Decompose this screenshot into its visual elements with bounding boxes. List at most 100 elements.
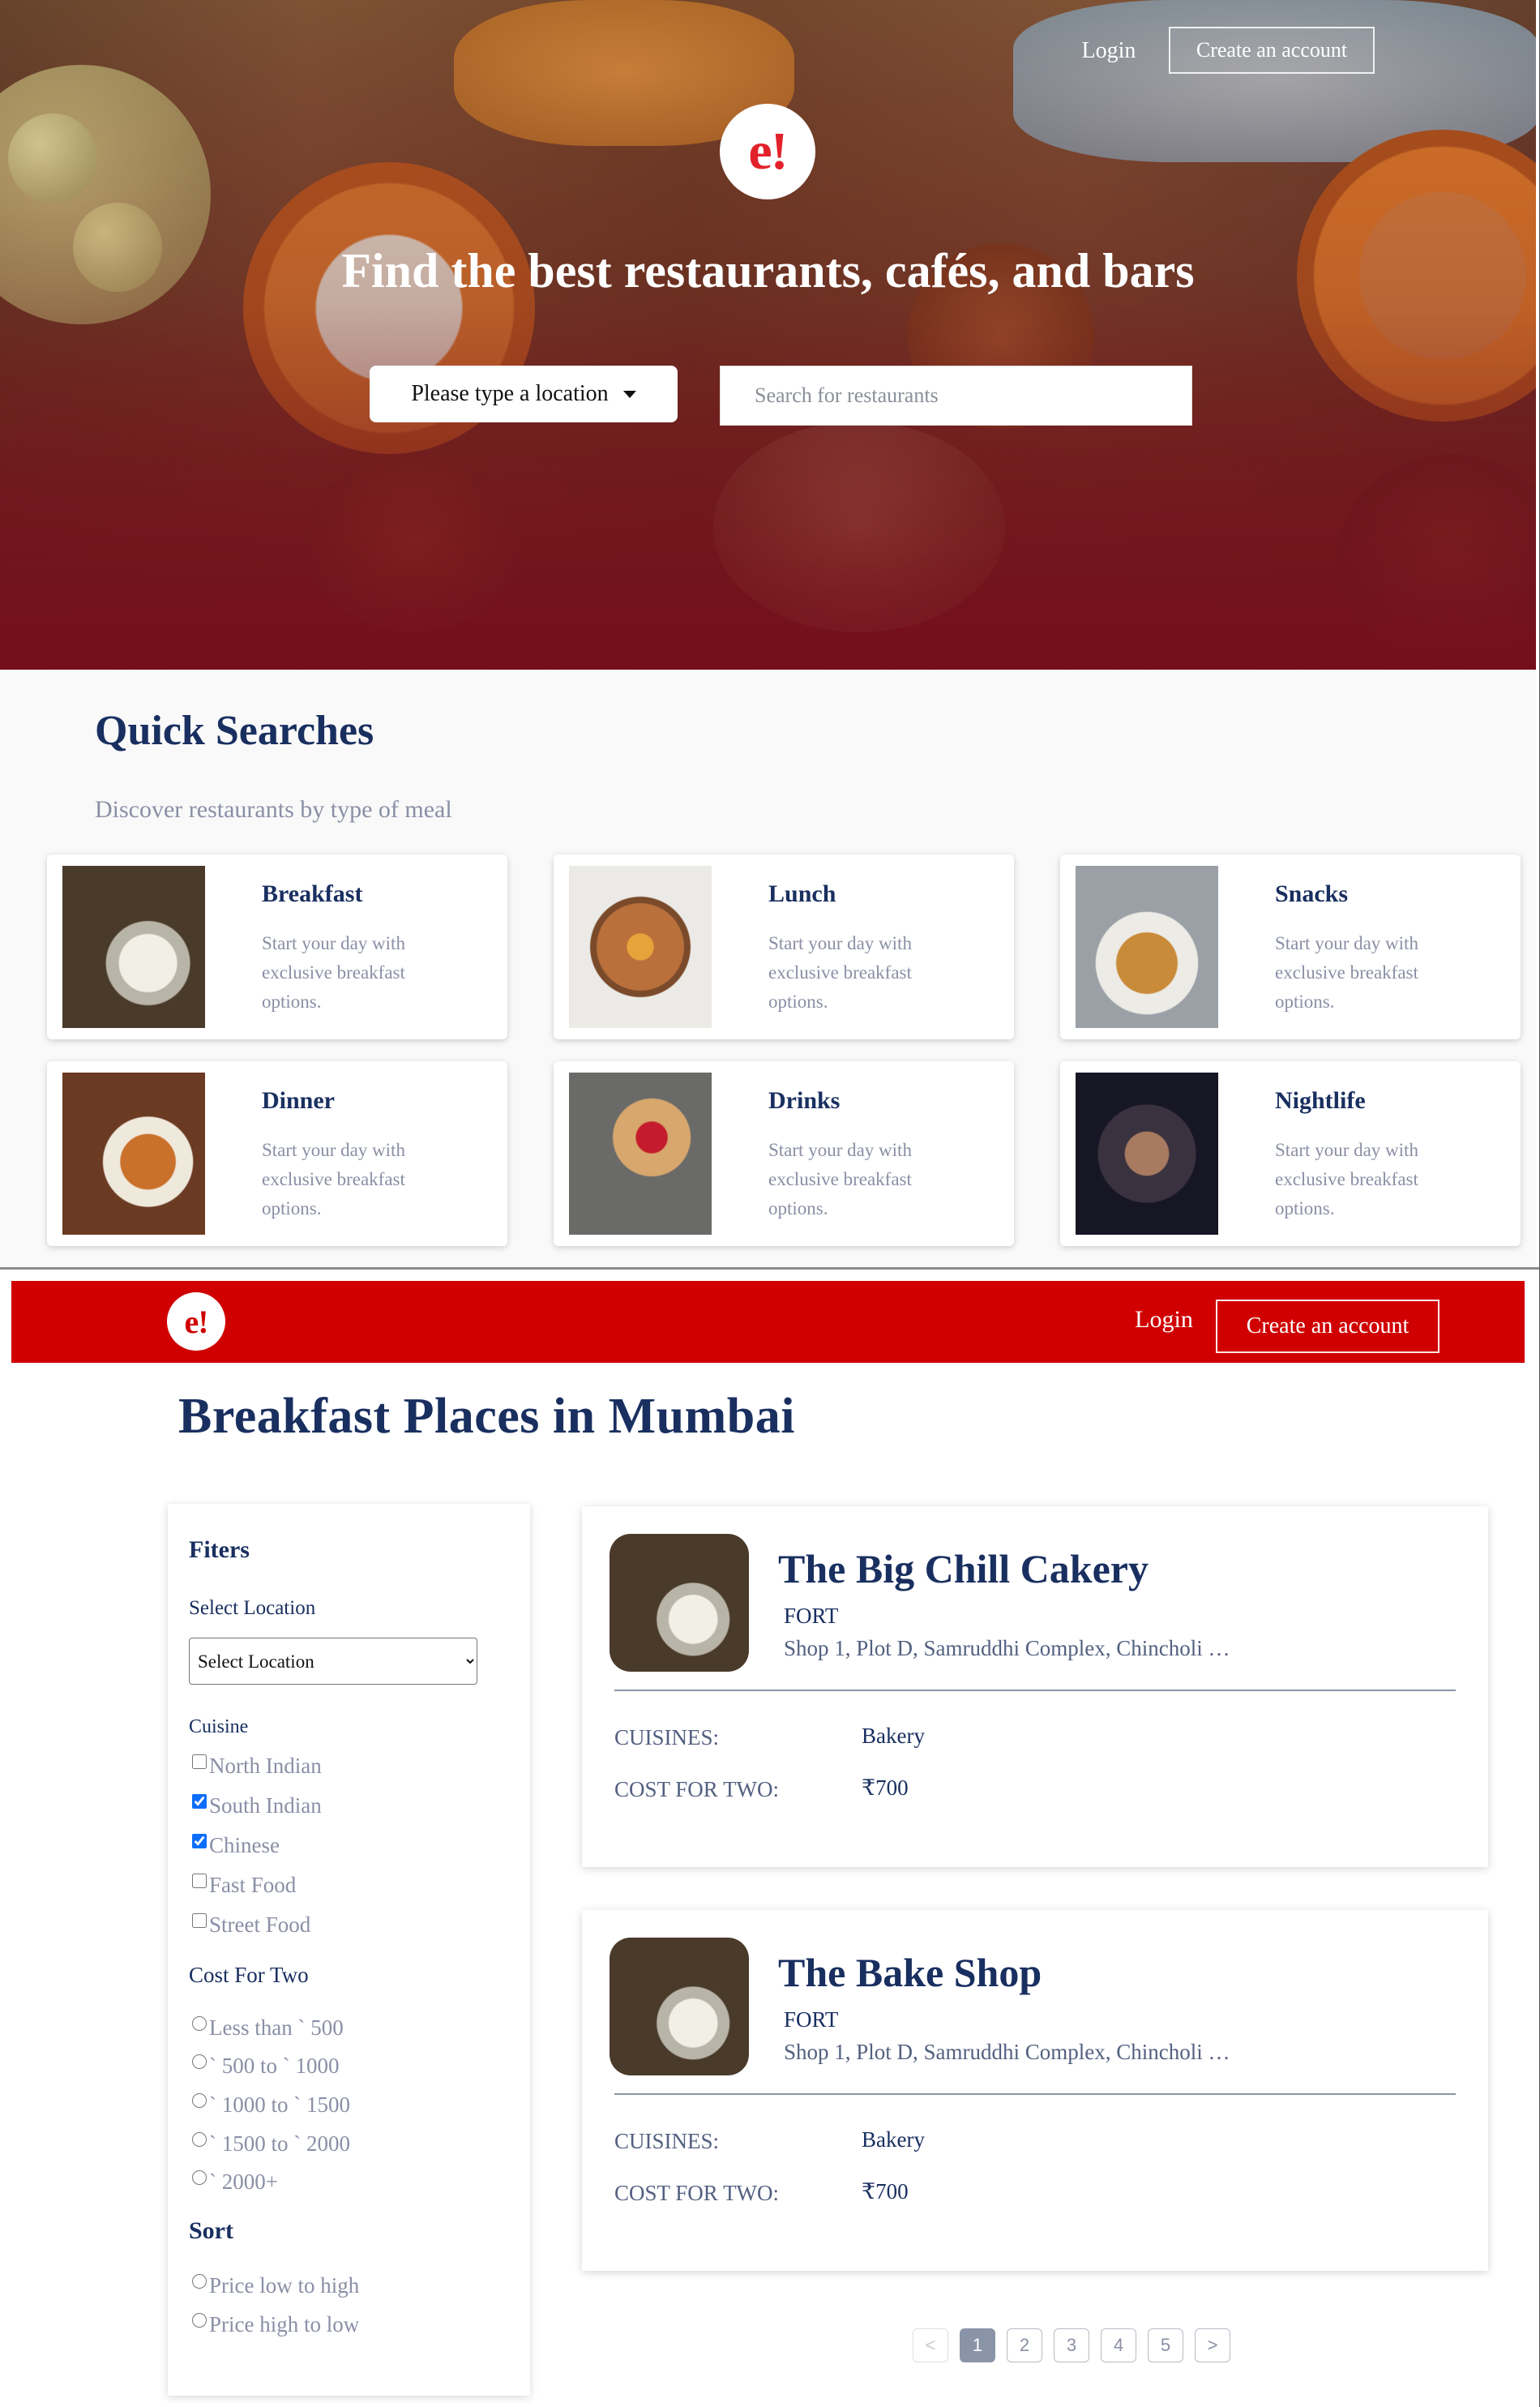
location-dropdown-button[interactable]: Please type a location xyxy=(370,366,678,422)
nightlife-image xyxy=(1076,1073,1218,1235)
cost-option[interactable]: ` 1000 to ` 1500 xyxy=(192,2092,350,2118)
sort-option[interactable]: Price high to low xyxy=(192,2312,359,2337)
cuisine-option-north-indian[interactable]: North Indian xyxy=(192,1754,322,1779)
location-dropdown-label: Please type a location xyxy=(411,381,609,406)
sort-heading: Sort xyxy=(189,2217,233,2244)
sort-radio[interactable] xyxy=(192,2273,207,2289)
cost-option[interactable]: ` 2000+ xyxy=(192,2169,278,2195)
breakfast-image xyxy=(62,866,205,1028)
filters-heading: Fiters xyxy=(189,1536,250,1563)
restaurant-search-input[interactable] xyxy=(720,366,1192,426)
cost-option-label: ` 500 to ` 1000 xyxy=(209,2054,340,2078)
card-divider xyxy=(614,1690,1456,1691)
meal-card-breakfast[interactable]: Breakfast Start your day with exclusive … xyxy=(47,854,507,1039)
sort-option[interactable]: Price low to high xyxy=(192,2273,359,2298)
meal-card-dinner[interactable]: Dinner Start your day with exclusive bre… xyxy=(47,1061,507,1246)
meal-card-title: Lunch xyxy=(768,880,836,907)
cost-label: COST FOR TWO: xyxy=(614,1777,780,1801)
page-button[interactable]: 3 xyxy=(1054,2328,1089,2362)
restaurant-card[interactable]: The Big Chill Cakery FORT Shop 1, Plot D… xyxy=(582,1506,1488,1867)
pagination: < 1 2 3 4 5 > xyxy=(913,2328,1230,2362)
top-navbar: e! Login Create an account xyxy=(11,1281,1525,1363)
quick-searches-title: Quick Searches xyxy=(95,708,374,754)
meal-card-title: Drinks xyxy=(768,1087,841,1114)
cuisine-checkbox[interactable] xyxy=(192,1793,207,1809)
cost-option[interactable]: Less than ` 500 xyxy=(192,2015,344,2041)
quick-searches-subtitle: Discover restaurants by type of meal xyxy=(95,796,452,823)
cuisine-checkbox[interactable] xyxy=(192,1754,207,1769)
cost-option-label: Less than ` 500 xyxy=(209,2015,344,2040)
cuisines-label: CUISINES: xyxy=(614,2129,720,2153)
cuisine-checkbox[interactable] xyxy=(192,1873,207,1888)
cost-filter-label: Cost For Two xyxy=(189,1963,309,1987)
restaurant-area: FORT xyxy=(784,1604,839,1628)
location-select[interactable]: Select Location xyxy=(189,1638,477,1685)
page-button[interactable]: 2 xyxy=(1007,2328,1042,2362)
cost-option[interactable]: ` 1500 to ` 2000 xyxy=(192,2131,350,2156)
logo: e! xyxy=(720,104,815,199)
meal-card-drinks[interactable]: Drinks Start your day with exclusive bre… xyxy=(554,1061,1014,1246)
cost-value: ₹700 xyxy=(862,2179,909,2204)
restaurant-name[interactable]: The Bake Shop xyxy=(778,1949,1042,1996)
meal-card-description: Start your day with exclusive breakfast … xyxy=(262,933,405,1012)
cost-value: ₹700 xyxy=(862,1775,909,1800)
lunch-image xyxy=(569,866,712,1028)
cuisines-value: Bakery xyxy=(862,1724,925,1748)
caret-down-icon xyxy=(622,390,636,398)
cuisine-option-label: Street Food xyxy=(209,1912,311,1937)
cuisines-label: CUISINES: xyxy=(614,1725,720,1750)
cost-radio[interactable] xyxy=(192,2169,207,2185)
cuisine-checkbox[interactable] xyxy=(192,1912,207,1928)
hero-overlay xyxy=(0,0,1536,670)
page-button[interactable]: 5 xyxy=(1148,2328,1183,2362)
create-account-button[interactable]: Create an account xyxy=(1216,1300,1439,1353)
meal-card-description: Start your day with exclusive breakfast … xyxy=(768,933,912,1012)
card-divider xyxy=(614,2093,1456,2095)
location-filter-label: Select Location xyxy=(189,1597,316,1619)
restaurant-name[interactable]: The Big Chill Cakery xyxy=(778,1545,1149,1592)
logo[interactable]: e! xyxy=(167,1292,225,1351)
meal-card-description: Start your day with exclusive breakfast … xyxy=(1275,1140,1418,1218)
page-title: Breakfast Places in Mumbai xyxy=(178,1389,795,1444)
cuisine-option-south-indian[interactable]: South Indian xyxy=(192,1793,322,1818)
cuisine-option-fast-food[interactable]: Fast Food xyxy=(192,1873,296,1898)
login-button[interactable]: Login xyxy=(1070,36,1148,66)
next-page-button[interactable]: > xyxy=(1195,2328,1230,2362)
cost-radio[interactable] xyxy=(192,2131,207,2147)
screen-divider xyxy=(0,1267,1540,1270)
cost-radio[interactable] xyxy=(192,2054,207,2069)
meal-card-description: Start your day with exclusive breakfast … xyxy=(1275,933,1418,1012)
cuisine-option-label: South Indian xyxy=(209,1793,322,1818)
cost-radio[interactable] xyxy=(192,2092,207,2108)
page-button[interactable]: 4 xyxy=(1101,2328,1136,2362)
cuisine-checkbox[interactable] xyxy=(192,1833,207,1848)
prev-page-button[interactable]: < xyxy=(913,2328,948,2362)
hero-banner: Login Create an account e! Find the best… xyxy=(0,0,1536,670)
cuisine-option-street-food[interactable]: Street Food xyxy=(192,1912,310,1938)
restaurant-address: Shop 1, Plot D, Samruddhi Complex, Chinc… xyxy=(784,1636,1230,1660)
hero-title: Find the best restaurants, cafés, and ba… xyxy=(341,244,1195,298)
sort-option-label: Price low to high xyxy=(209,2273,360,2298)
create-account-button[interactable]: Create an account xyxy=(1169,27,1375,74)
snacks-image xyxy=(1076,866,1218,1028)
meal-card-title: Dinner xyxy=(262,1087,335,1114)
dinner-image xyxy=(62,1073,205,1235)
cuisine-option-label: Chinese xyxy=(209,1833,280,1857)
cost-option[interactable]: ` 500 to ` 1000 xyxy=(192,2054,339,2079)
page-button[interactable]: 1 xyxy=(960,2328,995,2362)
meal-card-lunch[interactable]: Lunch Start your day with exclusive brea… xyxy=(554,854,1014,1039)
restaurant-card[interactable]: The Bake Shop FORT Shop 1, Plot D, Samru… xyxy=(582,1910,1488,2271)
meal-card-title: Nightlife xyxy=(1275,1087,1366,1114)
cuisine-option-label: North Indian xyxy=(209,1754,322,1778)
cost-option-label: ` 1000 to ` 1500 xyxy=(209,2092,350,2117)
restaurant-image xyxy=(610,1938,749,2075)
cuisine-option-chinese[interactable]: Chinese xyxy=(192,1833,280,1858)
login-button[interactable]: Login xyxy=(1123,1302,1204,1338)
sort-radio[interactable] xyxy=(192,2312,207,2328)
meal-card-snacks[interactable]: Snacks Start your day with exclusive bre… xyxy=(1060,854,1521,1039)
meal-card-nightlife[interactable]: Nightlife Start your day with exclusive … xyxy=(1060,1061,1521,1246)
restaurant-area: FORT xyxy=(784,2007,839,2032)
cost-radio[interactable] xyxy=(192,2015,207,2031)
filters-panel: Fiters Select Location Select Location C… xyxy=(168,1504,530,2396)
restaurant-image xyxy=(610,1534,749,1672)
